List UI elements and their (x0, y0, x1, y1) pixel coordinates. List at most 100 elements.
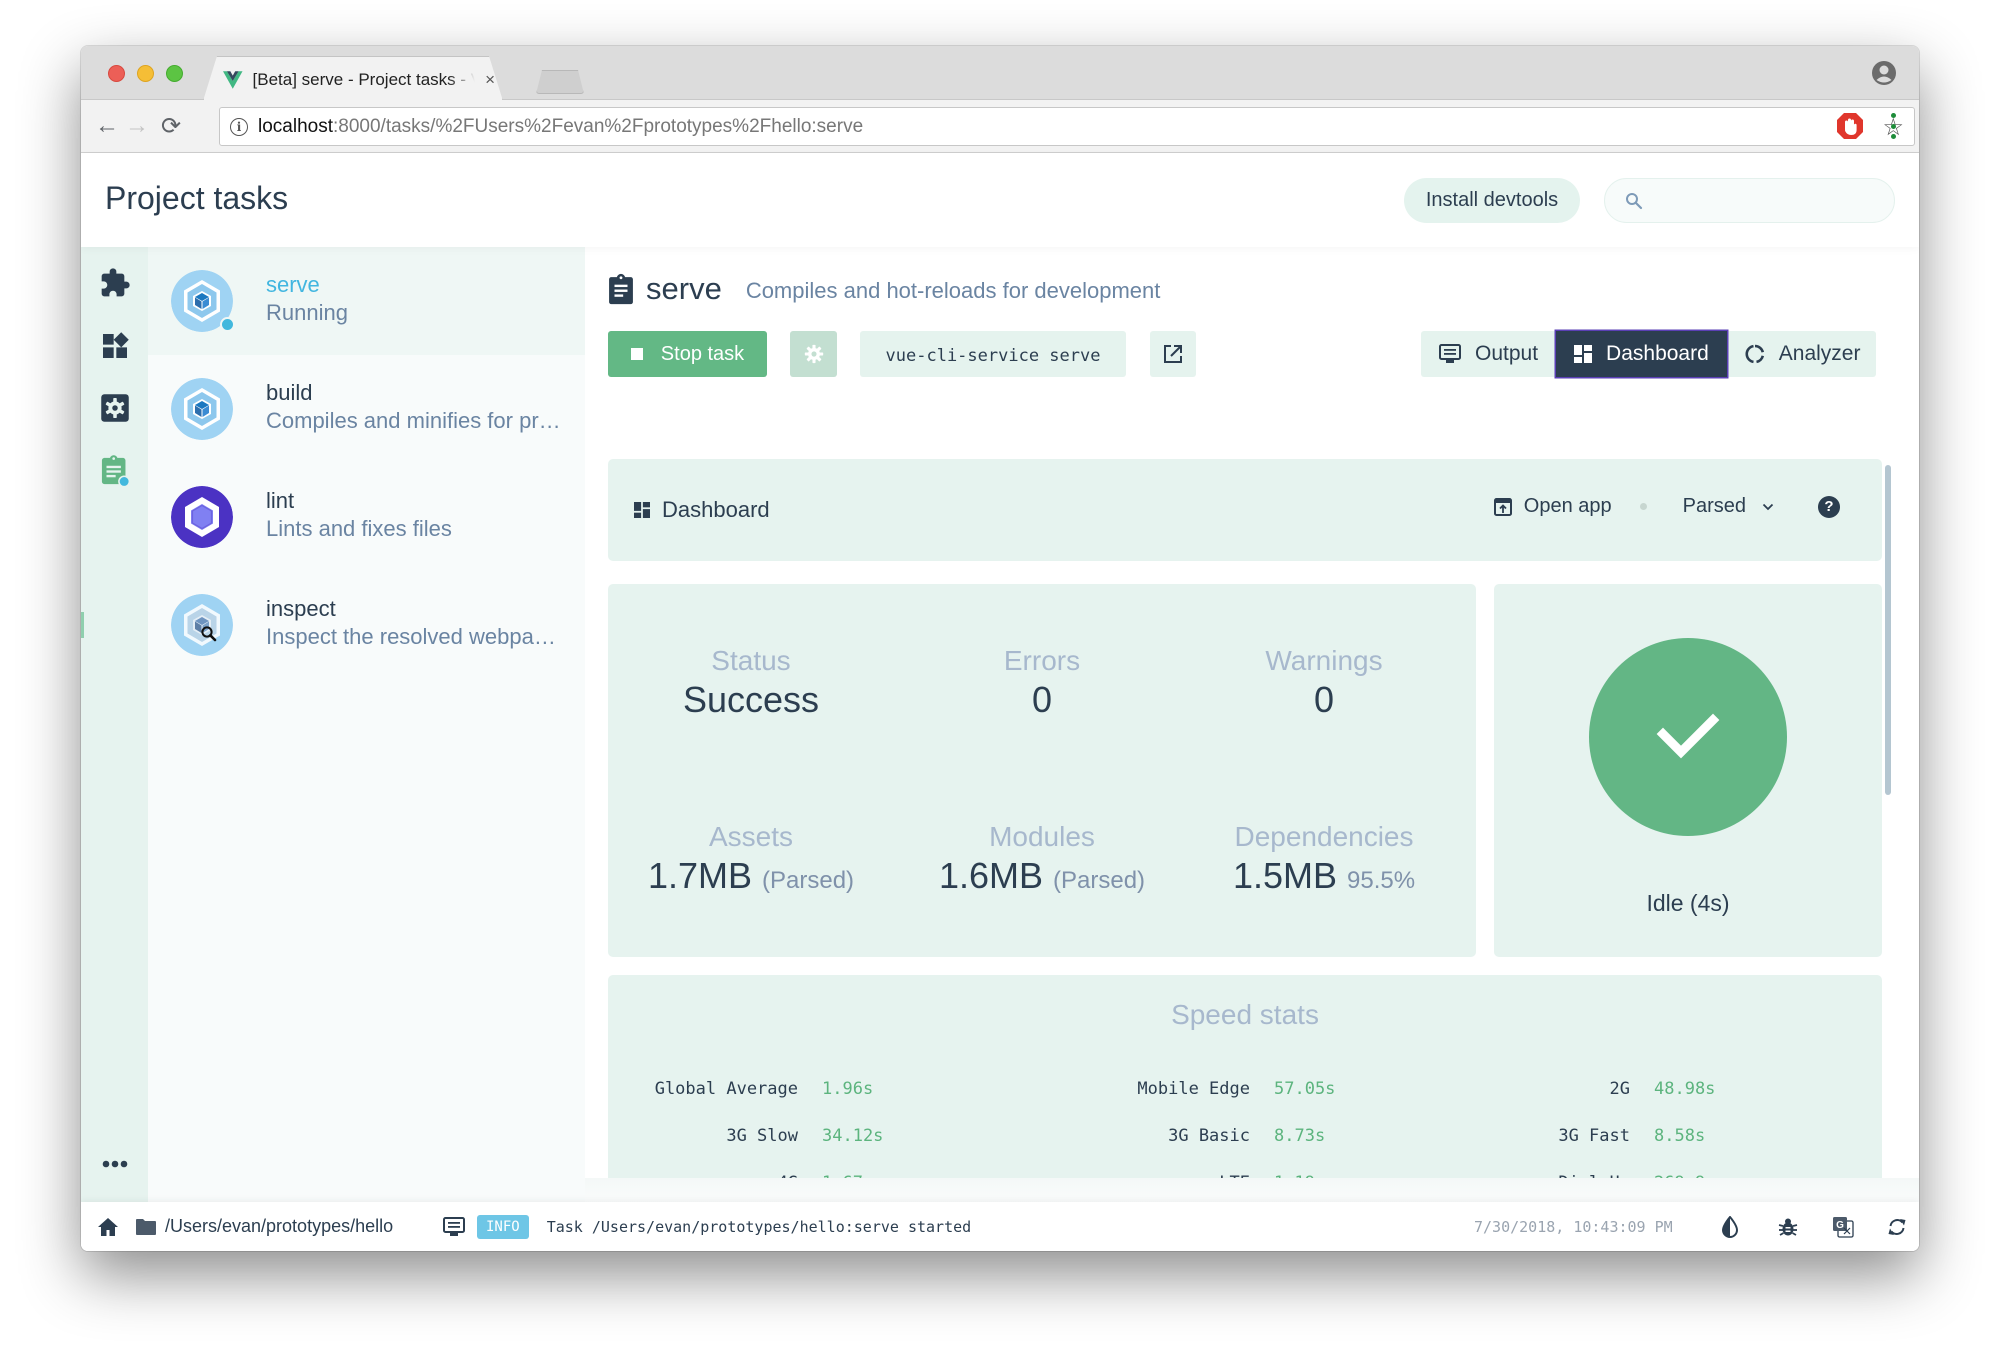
status-bar: /Users/evan/prototypes/hello INFO Task /… (81, 1202, 1919, 1251)
speed-stat-value: 48.98s (1654, 1079, 1716, 1099)
home-button[interactable] (97, 1202, 119, 1251)
speed-stat-value: 8.73s (1274, 1126, 1326, 1146)
success-indicator (1589, 638, 1787, 836)
speed-stat-row: 2G 48.98s (1420, 1079, 1716, 1099)
open-app-icon (1493, 497, 1512, 516)
search-field[interactable] (1604, 178, 1895, 223)
search-input[interactable] (1653, 190, 1883, 211)
task-title: serve (646, 271, 722, 306)
refresh-button[interactable] (1887, 1202, 1907, 1251)
install-devtools-button[interactable]: Install devtools (1404, 178, 1580, 223)
analyzer-icon (1745, 344, 1764, 364)
open-app-label: Open app (1523, 495, 1612, 517)
vue-ui-app: Project tasks Install devtools serve Run… (81, 153, 1919, 1251)
nav-dependencies[interactable] (98, 329, 132, 363)
stat-modules: Modules 1.6MB (Parsed) (938, 821, 1146, 896)
task-detail-panel: serve Compiles and hot-reloads for devel… (585, 247, 1919, 1202)
task-subtitle: Compiles and hot-reloads for development (745, 278, 1161, 303)
bug-icon (1778, 1218, 1798, 1236)
nav-more[interactable] (98, 1147, 132, 1181)
browser-tab[interactable]: [Beta] serve - Project tasks - Vue CLI × (211, 60, 495, 100)
profile-icon[interactable] (1871, 60, 1897, 86)
nav-configuration[interactable] (98, 391, 132, 425)
speed-stat-row: Mobile Edge 57.05s (1040, 1079, 1335, 1099)
eslint-icon (171, 486, 233, 548)
task-name: build (266, 380, 313, 405)
task-parameters-button[interactable] (790, 331, 837, 377)
modules-value: 1.6MB (938, 855, 1043, 896)
project-path-button[interactable]: /Users/evan/prototypes/hello (135, 1202, 393, 1251)
task-item-lint[interactable]: lint Lints and fixes files (148, 463, 585, 571)
url-host: localhost (258, 115, 333, 137)
open-app-button[interactable]: Open app (1493, 495, 1612, 518)
reload-button[interactable]: ⟳ (157, 112, 185, 140)
stat-assets: Assets 1.7MB (Parsed) (647, 821, 855, 896)
back-button[interactable]: ← (93, 112, 121, 140)
deps-suffix: 95.5% (1347, 867, 1416, 894)
svg-text:G: G (1836, 1220, 1844, 1231)
task-name: inspect (266, 596, 336, 621)
tab-output-label: Output (1475, 342, 1539, 365)
url-path: :8000/tasks/%2FUsers%2Fevan%2Fprototypes… (333, 115, 864, 137)
active-nav-indicator (81, 612, 84, 638)
clipboard-text-icon (609, 273, 633, 305)
checkmark-icon (1656, 713, 1720, 759)
task-item-build[interactable]: build Compiles and minifies for producti… (148, 355, 585, 463)
clipboard-icon (101, 455, 131, 488)
dashboard-icon (1574, 345, 1593, 363)
speed-stats-card: Speed stats Global Average 1.96s 3G Slow 34… (608, 975, 1882, 1202)
address-bar[interactable]: i localhost:8000/tasks/%2FUsers%2Fevan%2… (219, 107, 1915, 146)
search-icon (1626, 192, 1643, 209)
task-description: Running (266, 300, 348, 325)
speed-stat-row: 3G Fast 8.58s (1420, 1126, 1705, 1146)
tab-analyzer-label: Analyzer (1778, 342, 1861, 365)
adblock-extension-icon[interactable] (1836, 112, 1864, 140)
dashboard-icon (634, 502, 650, 518)
info-icon[interactable]: i (230, 117, 248, 136)
speed-stat-label: 3G Basic (1168, 1126, 1250, 1146)
task-item-inspect[interactable]: inspect Inspect the resolved webpack con… (148, 571, 585, 679)
tab-analyzer[interactable]: Analyzer (1727, 331, 1879, 377)
scrollbar-thumb[interactable] (1885, 465, 1891, 795)
size-mode-select[interactable]: Parsed (1683, 495, 1774, 518)
nav-tasks[interactable] (98, 454, 132, 488)
deps-value: 1.5MB (1232, 855, 1337, 896)
command-display[interactable]: vue-cli-service serve (860, 331, 1126, 377)
speed-stat-label: Global Average (654, 1079, 798, 1099)
report-bug-button[interactable] (1778, 1202, 1798, 1251)
browser-window: [Beta] serve - Project tasks - Vue CLI ×… (81, 46, 1919, 1251)
build-stats-card: Status Success Errors 0 Warnings 0 Asset… (608, 584, 1476, 957)
running-indicator (220, 317, 235, 332)
separator-dot (1639, 503, 1647, 510)
stop-icon (630, 348, 643, 360)
browser-menu-icon[interactable] (1889, 113, 1897, 139)
task-actions: Stop task vue-cli-service serve Output D… (608, 331, 1898, 377)
translate-button[interactable]: G (1832, 1202, 1854, 1251)
open-in-new-button[interactable] (1150, 331, 1196, 377)
speed-stat-value: 8.58s (1654, 1126, 1706, 1146)
stop-task-button[interactable]: Stop task (608, 331, 767, 377)
stat-status: Status Success (682, 645, 820, 720)
nav-plugins[interactable] (98, 266, 132, 300)
log-button[interactable]: INFO Task /Users/evan/prototypes/hello:s… (443, 1202, 971, 1251)
stop-task-label: Stop task (660, 342, 745, 365)
close-window-button[interactable] (108, 65, 125, 82)
open-in-new-icon (1164, 345, 1182, 363)
minimize-window-button[interactable] (137, 65, 154, 82)
tab-dashboard[interactable]: Dashboard (1556, 331, 1727, 377)
task-name: lint (266, 488, 295, 513)
maximize-window-button[interactable] (166, 65, 183, 82)
webpack-icon (171, 378, 233, 440)
settings-applications-icon (101, 394, 129, 422)
help-icon[interactable]: ? (1818, 495, 1840, 518)
timestamp: 7/30/2018, 10:43:09 PM (1474, 1202, 1673, 1251)
tab-output[interactable]: Output (1421, 331, 1556, 377)
dark-mode-toggle[interactable] (1721, 1202, 1739, 1251)
vue-logo-icon (223, 71, 243, 89)
task-item-serve[interactable]: serve Running (148, 247, 585, 355)
new-tab-button[interactable] (536, 70, 584, 94)
tab-close-icon[interactable]: × (485, 70, 495, 90)
content-bottom-fade (585, 1178, 1919, 1202)
task-description: Compiles and minifies for production (266, 408, 566, 433)
forward-button[interactable]: → (123, 112, 151, 140)
